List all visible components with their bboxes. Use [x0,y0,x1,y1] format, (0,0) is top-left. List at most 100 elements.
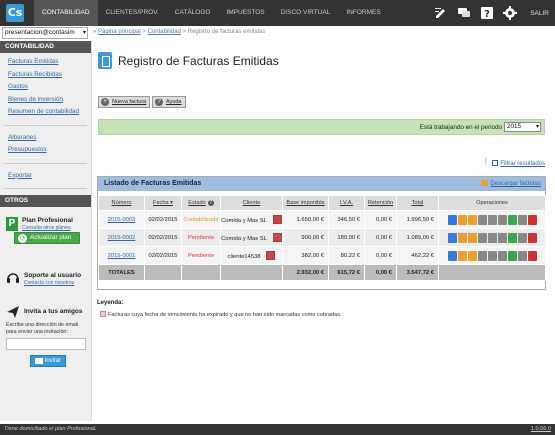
invite-button[interactable]: Invitar [30,355,66,367]
edit-op-icon[interactable] [447,232,457,243]
nav-item-4[interactable]: Disco Virtual [273,0,339,26]
table-row[interactable]: 2015-0002 02/02/2015 Pendiente Comida y Mas… [98,228,546,247]
invoice-base: 382,00 € [282,246,329,265]
invite-email-input[interactable] [6,338,86,350]
view-op-icon[interactable] [467,250,477,261]
invoice-status: Pendiente [181,246,221,265]
breadcrumb-home[interactable]: Página principal [98,29,141,35]
column-header-6[interactable]: Retención [364,195,397,211]
logout-link[interactable]: SALIR [530,10,549,17]
column-header-4[interactable]: Base imponible [282,195,329,211]
invoice-iva: 80,22 € [328,246,365,265]
download-invoices-link[interactable]: Descargar facturas [481,180,541,187]
footer-version[interactable]: 1.0.56.0 [531,426,551,432]
nav-item-1[interactable]: Clientes/Prov. [98,0,167,26]
view-op-icon[interactable] [467,232,477,243]
column-header-8[interactable]: Operaciones [438,195,546,211]
delete-op-icon[interactable] [527,232,537,243]
nav-item-5[interactable]: Informes [338,0,388,26]
edit-op-icon[interactable] [447,250,457,261]
mail-op-icon[interactable] [497,250,507,261]
sidebar-link-links_c-0[interactable]: Exportar [8,170,91,183]
delete-op-icon[interactable] [527,214,537,225]
totals-total: 3.547,72 € [396,264,439,281]
print-op-icon[interactable] [477,232,487,243]
column-header-5[interactable]: I.V.A. [328,195,365,211]
sidebar-link-links_a-4[interactable]: Resumen de contabilidad [8,106,91,119]
support-box: Soporte al usuario Contacta con nosotros [6,271,91,293]
gear-icon[interactable] [503,6,518,20]
pdf-op-icon[interactable] [487,214,497,225]
copy-op-icon[interactable] [457,232,467,243]
invoice-iva: 189,00 € [328,228,365,247]
charge-op-icon[interactable] [507,250,517,261]
nav-item-0[interactable]: Contabilidad [34,0,98,26]
pdf-op-icon[interactable] [487,250,497,261]
filter-results-link[interactable]: Filtrar resultados [492,160,545,167]
copy-op-icon[interactable] [457,214,467,225]
page-title: Registro de Facturas Emitidas [118,54,279,68]
column-header-0[interactable]: Número [98,195,145,211]
envelope-op-icon[interactable] [517,232,527,243]
invoice-client: cliente14538 [227,254,261,260]
charge-op-icon[interactable] [507,214,517,225]
mail-op-icon[interactable] [497,232,507,243]
sidebar-link-links_b-1[interactable]: Presupuestos [8,144,91,157]
period-select[interactable]: 2015 [504,122,541,132]
help-button[interactable]: ? Ayuda [152,96,186,108]
client-card-icon[interactable] [266,251,276,260]
sidebar-link-links_a-3[interactable]: Bienes de inversión [8,94,91,107]
invoice-iva: 346,50 € [328,210,365,229]
pdf-op-icon[interactable] [487,232,497,243]
client-card-icon[interactable] [272,233,282,242]
column-header-2[interactable]: Estado? [181,195,221,211]
upgrade-plan-button[interactable]: ⟳ Actualizar plan [14,232,80,244]
sidebar-link-links_a-0[interactable]: Facturas Emitidas [8,56,91,69]
sidebar-link-links_a-2[interactable]: Gastos [8,81,91,94]
print-op-icon[interactable] [477,214,487,225]
envelope-op-icon[interactable] [517,214,527,225]
table-row[interactable]: 2015-0003 02/02/2015 Contabilizada Comida y… [98,210,546,229]
client-card-icon[interactable] [272,215,282,224]
chat-icon[interactable] [457,6,471,20]
envelope-op-icon[interactable] [517,250,527,261]
support-contact-link[interactable]: Contacta con nosotros [24,280,74,286]
invoice-retencion: 0,00 € [364,210,397,229]
user-select[interactable]: presentacion@contasim [2,27,88,39]
edit-op-icon[interactable] [447,214,457,225]
sidebar-link-links_b-0[interactable]: Albaranes [8,132,91,145]
invoice-number-link[interactable]: 2015-0001 [98,246,145,265]
delete-op-icon[interactable] [527,250,537,261]
invoice-number-link[interactable]: 2015-0002 [98,228,145,247]
view-op-icon[interactable] [467,214,477,225]
column-header-1[interactable]: Fecha ▾ [144,195,182,211]
edit-icon[interactable] [434,6,448,20]
table-header-row: Número Fecha ▾ Estado? Cliente Base imponibl… [98,195,546,211]
plan-other-link[interactable]: Consulta otros planes [22,225,70,231]
operations-group [439,214,545,225]
column-header-7[interactable]: Total [396,195,439,211]
column-header-3[interactable]: Cliente [220,195,283,211]
app-logo[interactable]: Cs [6,4,24,22]
mail-op-icon[interactable] [497,214,507,225]
invoice-total: 1.996,50 € [396,210,439,229]
help-icon[interactable]: ? [480,6,494,20]
invoice-date: 02/02/2015 [144,246,182,265]
nav-item-2[interactable]: Catálogo [167,0,219,26]
new-invoice-button[interactable]: + Nueva factura [98,96,151,108]
invoice-number-link[interactable]: 2015-0003 [98,210,145,229]
table-row[interactable]: 2015-0001 02/02/2015 Pendiente cliente14538… [98,246,546,265]
nav-item-3[interactable]: Impuestos [218,0,272,26]
breadcrumb-contabilidad[interactable]: Contabilidad [148,29,181,35]
invoice-status: Pendiente [181,228,221,247]
sidebar-link-links_a-1[interactable]: Facturas Recibidas [8,69,91,82]
copy-op-icon[interactable] [457,250,467,261]
paper-plane-icon [7,306,19,318]
print-op-icon[interactable] [477,250,487,261]
legend-text: Facturas cuya fecha de vencimiento ha ex… [108,312,342,318]
sidebar-heading-contabilidad: CONTABILIDAD [0,41,91,53]
charge-op-icon[interactable] [507,232,517,243]
estado-help-icon[interactable]: ? [207,200,214,206]
invoice-total: 1.089,00 € [396,228,439,247]
invoice-date: 02/02/2015 [144,210,182,229]
